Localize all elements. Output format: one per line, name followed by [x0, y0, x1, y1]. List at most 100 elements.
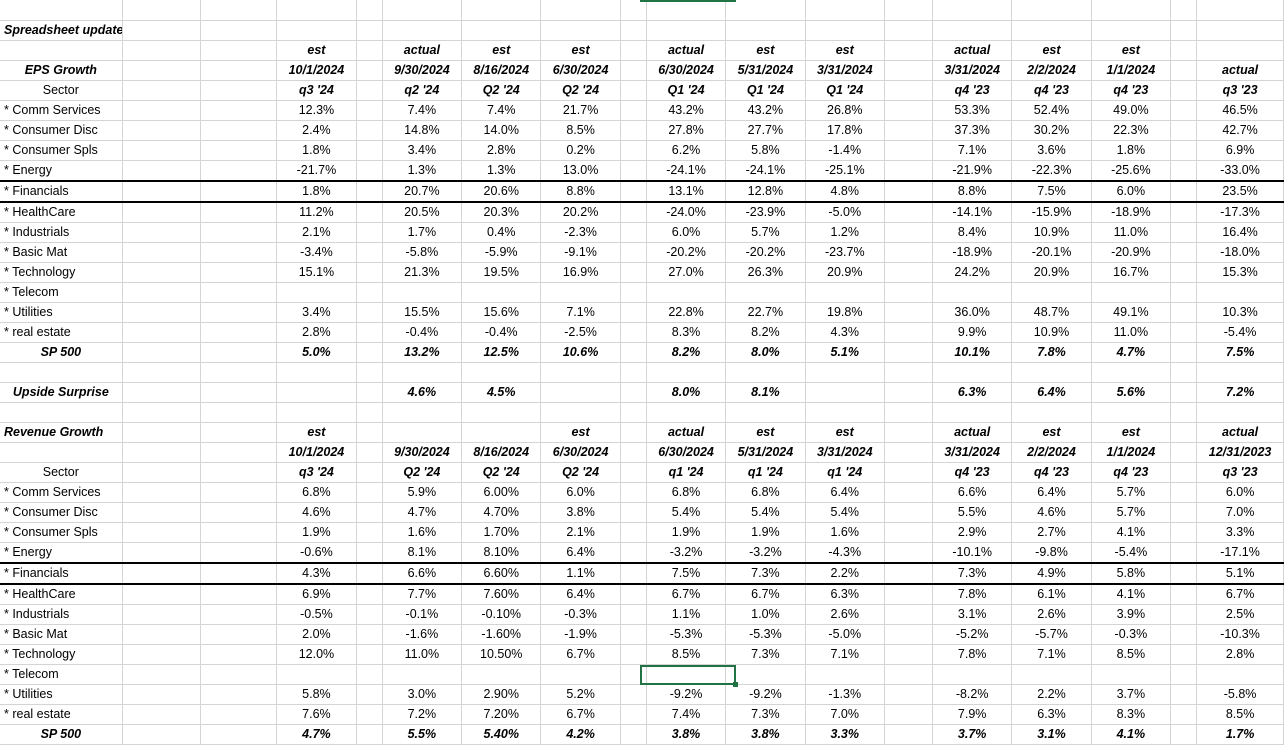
revenue-quarter-5[interactable]: q1 '24	[725, 462, 806, 483]
cell-value[interactable]: -22.3%	[1011, 160, 1092, 181]
cell-value[interactable]	[276, 382, 357, 403]
cell-value[interactable]: 20.6%	[461, 179, 542, 203]
eps-quarter-10[interactable]: q3 '23	[1196, 80, 1284, 101]
cell[interactable]	[884, 60, 933, 81]
cell-value[interactable]: 6.6%	[382, 561, 463, 585]
cell[interactable]	[200, 502, 278, 523]
cell[interactable]	[620, 704, 647, 725]
cell-value[interactable]	[932, 664, 1013, 685]
cell[interactable]	[356, 302, 383, 323]
cell[interactable]	[884, 222, 933, 243]
cell[interactable]	[122, 100, 202, 121]
cell[interactable]	[122, 160, 202, 181]
cell-value[interactable]: 1.1%	[646, 604, 727, 625]
cell[interactable]	[122, 684, 202, 705]
eps-date-9[interactable]: 1/1/2024	[1091, 60, 1172, 81]
cell[interactable]	[461, 402, 542, 423]
cell[interactable]	[620, 522, 647, 543]
cell[interactable]	[200, 201, 278, 223]
cell[interactable]	[725, 402, 806, 423]
cell[interactable]	[200, 664, 278, 685]
cell-value[interactable]: 6.8%	[276, 482, 357, 503]
cell[interactable]	[1170, 422, 1198, 443]
cell[interactable]	[200, 302, 278, 323]
cell[interactable]	[122, 522, 202, 543]
cell[interactable]	[932, 402, 1013, 423]
cell[interactable]	[1170, 522, 1198, 543]
table-row[interactable]: * Industrials 2.1% 1.7% 0.4% -2.3% 6.0% …	[0, 222, 1284, 243]
cell-value[interactable]: 6.4%	[540, 583, 621, 605]
cell-value[interactable]: 4.8%	[805, 179, 885, 203]
cell[interactable]	[122, 422, 202, 443]
cell[interactable]	[200, 60, 278, 81]
cell[interactable]	[122, 302, 202, 323]
cell[interactable]	[620, 644, 647, 665]
cell-value[interactable]: 5.9%	[382, 482, 463, 503]
table-row-total[interactable]: SP 500 4.7% 5.5% 5.40% 4.2% 3.8% 3.8% 3.…	[0, 724, 1284, 745]
cell-value[interactable]: 2.5%	[1196, 604, 1284, 625]
cell-value[interactable]: 2.9%	[932, 522, 1013, 543]
cell-value[interactable]: 3.4%	[382, 140, 463, 161]
cell-value[interactable]: -5.3%	[646, 624, 727, 645]
cell[interactable]	[620, 100, 647, 121]
cell-value[interactable]: 20.2%	[540, 201, 621, 223]
cell[interactable]	[1170, 282, 1198, 303]
cell-value[interactable]: -15.9%	[1011, 201, 1092, 223]
cell[interactable]	[122, 664, 202, 685]
cell-value[interactable]: 5.8%	[276, 684, 357, 705]
cell[interactable]	[620, 160, 647, 181]
cell[interactable]	[122, 140, 202, 161]
cell-value[interactable]: 8.0%	[646, 382, 727, 403]
cell[interactable]	[200, 179, 278, 203]
cell[interactable]	[884, 0, 933, 21]
cell[interactable]	[620, 382, 647, 403]
cell-value[interactable]	[461, 282, 542, 303]
cell[interactable]	[1170, 664, 1198, 685]
cell[interactable]	[620, 561, 647, 585]
cell-value[interactable]: 1.3%	[461, 160, 542, 181]
cell[interactable]	[356, 60, 383, 81]
cell-value[interactable]: -5.8%	[382, 242, 463, 263]
row-sector-label[interactable]: * Financials	[0, 179, 123, 203]
eps-kind-1[interactable]: actual	[382, 40, 463, 61]
cell[interactable]	[932, 0, 1013, 21]
cell-value[interactable]: 0.4%	[461, 222, 542, 243]
cell[interactable]	[1170, 624, 1198, 645]
eps-date-2[interactable]: 8/16/2024	[461, 60, 542, 81]
row-sector-label[interactable]: * Industrials	[0, 222, 123, 243]
upside-surprise-row[interactable]: Upside Surprise 4.6% 4.5% 8.0% 8.1% 6.3%…	[0, 382, 1284, 403]
table-row[interactable]: * Telecom	[0, 664, 1284, 685]
cell-value[interactable]: -1.6%	[382, 624, 463, 645]
cell[interactable]	[884, 322, 933, 343]
row-sector-label[interactable]: * Financials	[0, 561, 123, 585]
revenue-date-2[interactable]: 8/16/2024	[461, 442, 542, 463]
cell-value[interactable]: 15.5%	[382, 302, 463, 323]
cell[interactable]	[620, 462, 647, 483]
cell-value[interactable]: 6.4%	[1011, 382, 1092, 403]
cell-value[interactable]: 27.8%	[646, 120, 727, 141]
table-row[interactable]: * Consumer Disc 4.6% 4.7% 4.70% 3.8% 5.4…	[0, 502, 1284, 523]
cell-value[interactable]: 3.3%	[805, 724, 885, 745]
cell-value[interactable]: 19.8%	[805, 302, 885, 323]
cell-value[interactable]: 6.00%	[461, 482, 542, 503]
cell[interactable]	[356, 262, 383, 283]
cell[interactable]	[1170, 402, 1198, 423]
cell[interactable]	[884, 724, 933, 745]
cell-value[interactable]: 0.2%	[540, 140, 621, 161]
cell-value[interactable]: 5.8%	[725, 140, 806, 161]
cell[interactable]	[646, 402, 727, 423]
cell[interactable]	[1170, 160, 1198, 181]
table-row[interactable]: * Consumer Spls 1.8% 3.4% 2.8% 0.2% 6.2%…	[0, 140, 1284, 161]
table-row[interactable]: * Utilities 5.8% 3.0% 2.90% 5.2% -9.2% -…	[0, 684, 1284, 705]
revenue-kind-6[interactable]: est	[805, 422, 885, 443]
eps-date-1[interactable]: 9/30/2024	[382, 60, 463, 81]
cell[interactable]	[805, 0, 885, 21]
cell-value[interactable]: -5.3%	[725, 624, 806, 645]
cell[interactable]	[122, 583, 202, 605]
cell-value[interactable]: 7.7%	[382, 583, 463, 605]
table-row[interactable]: * Energy -0.6% 8.1% 8.10% 6.4% -3.2% -3.…	[0, 542, 1284, 563]
row-sector-label[interactable]: * real estate	[0, 704, 123, 725]
cell-value[interactable]: 10.3%	[1196, 302, 1284, 323]
cell[interactable]	[884, 201, 933, 223]
cell[interactable]	[620, 664, 647, 685]
